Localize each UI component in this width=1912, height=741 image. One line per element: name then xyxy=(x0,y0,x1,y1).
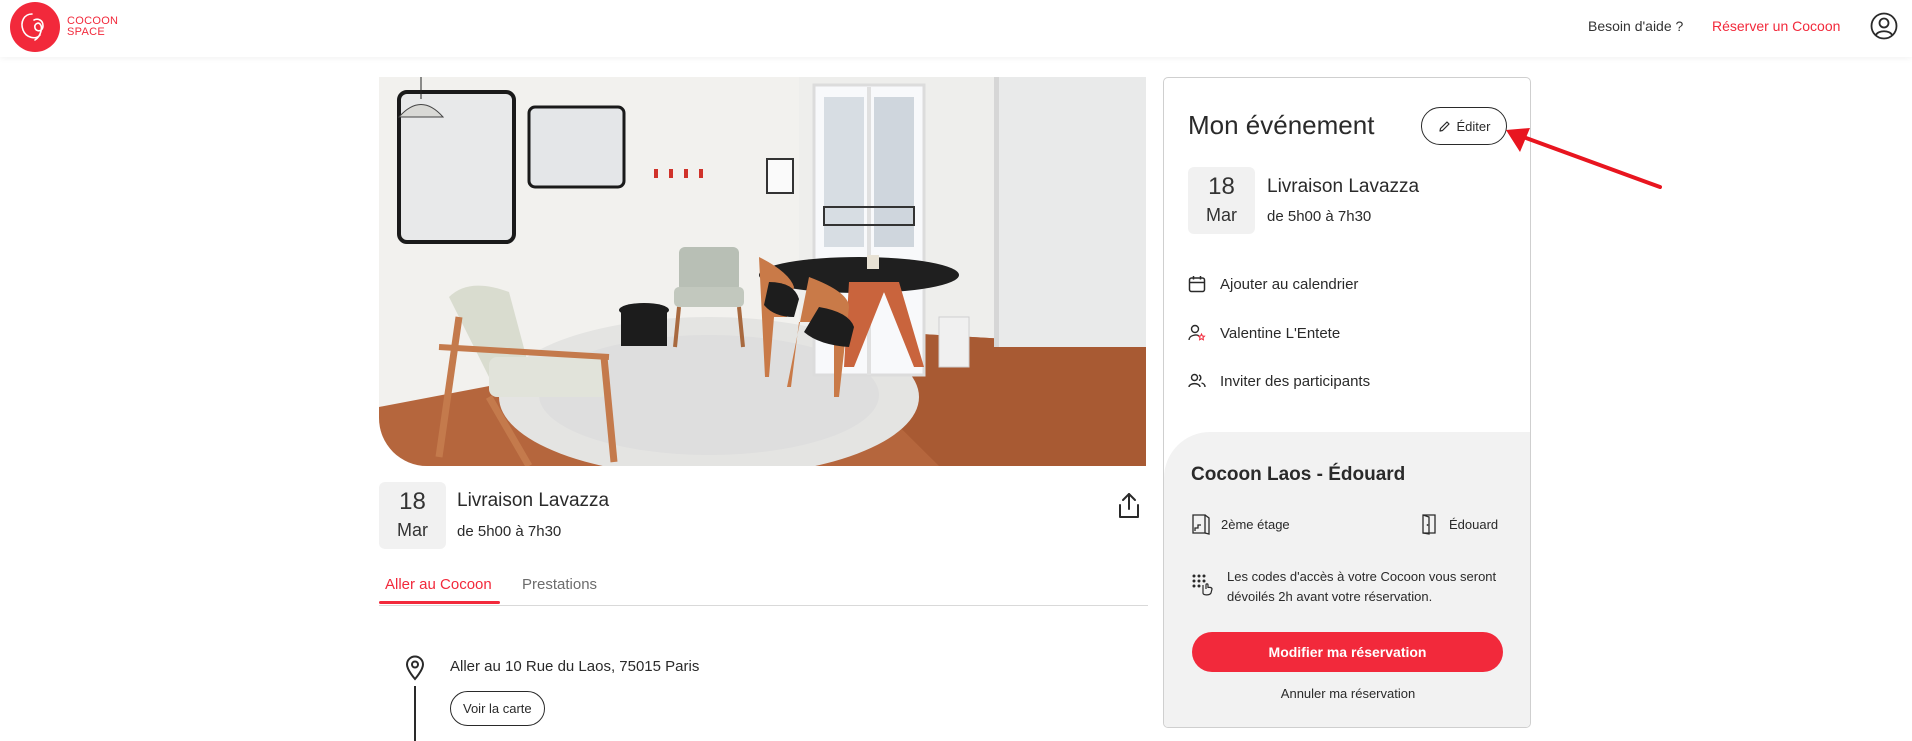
keypad-icon xyxy=(1192,574,1213,596)
host-row[interactable]: Valentine L'Entete xyxy=(1188,324,1340,342)
tabs-divider xyxy=(379,605,1148,606)
event-title: Livraison Lavazza xyxy=(457,490,610,511)
logo-line2: SPACE xyxy=(67,26,105,38)
tab-prestations[interactable]: Prestations xyxy=(522,576,597,593)
book-cocoon-link[interactable]: Réserver un Cocoon xyxy=(1712,18,1840,34)
venue-section: Cocoon Laos - Édouard 2ème étage Édouard xyxy=(1164,432,1530,727)
access-codes-info: Les codes d'accès à votre Cocoon vous se… xyxy=(1191,567,1511,607)
invite-participants-action[interactable]: Inviter des participants xyxy=(1188,372,1370,390)
add-to-calendar-action[interactable]: Ajouter au calendrier xyxy=(1188,275,1358,293)
top-navbar: COCOON SPACE Besoin d'aide ? Réserver un… xyxy=(0,0,1912,57)
logo-text: COCOON SPACE xyxy=(67,16,118,38)
access-codes-text: Les codes d'accès à votre Cocoon vous se… xyxy=(1227,569,1497,604)
edit-button[interactable]: Éditer xyxy=(1421,107,1507,145)
floor-label: 2ème étage xyxy=(1221,516,1290,532)
tab-aller-au-cocoon[interactable]: Aller au Cocoon xyxy=(385,576,492,593)
event-date-box: 18 Mar xyxy=(379,482,446,549)
view-map-button[interactable]: Voir la carte xyxy=(450,691,545,726)
cocoon-logo[interactable]: COCOON SPACE xyxy=(10,2,118,52)
itinerary-timeline xyxy=(414,686,416,741)
location-pin-icon xyxy=(405,655,425,681)
room-info: Édouard xyxy=(1419,513,1498,535)
share-icon[interactable] xyxy=(1117,492,1141,520)
modify-reservation-button[interactable]: Modifier ma réservation xyxy=(1192,632,1503,672)
cancel-reservation-link[interactable]: Annuler ma réservation xyxy=(1164,686,1530,701)
panel-event-time: de 5h00 à 7h30 xyxy=(1267,208,1372,225)
pencil-icon xyxy=(1438,120,1450,132)
logo-mark xyxy=(10,2,60,52)
door-icon xyxy=(1422,514,1436,535)
cocoon-room-photo xyxy=(379,77,1146,466)
itinerary-address: Aller au 10 Rue du Laos, 75015 Paris xyxy=(450,658,700,675)
host-name: Valentine L'Entete xyxy=(1220,324,1341,342)
help-link[interactable]: Besoin d'aide ? xyxy=(1588,18,1683,34)
host-icon xyxy=(1188,324,1206,341)
panel-event-day: 18 xyxy=(1208,173,1235,200)
stairs-icon xyxy=(1192,514,1210,535)
account-icon[interactable] xyxy=(1870,12,1898,40)
invite-participants-label: Inviter des participants xyxy=(1220,372,1371,390)
event-month: Mar xyxy=(397,520,428,540)
panel-event-title: Livraison Lavazza xyxy=(1267,176,1420,197)
annotation-arrow xyxy=(1506,128,1662,189)
calendar-icon xyxy=(1188,276,1206,293)
event-day: 18 xyxy=(399,488,426,515)
venue-title: Cocoon Laos - Édouard xyxy=(1191,464,1406,485)
add-to-calendar-label: Ajouter au calendrier xyxy=(1220,275,1359,293)
active-tab-indicator xyxy=(379,601,500,604)
panel-event-month: Mar xyxy=(1206,205,1237,225)
floor-info: 2ème étage xyxy=(1191,513,1290,535)
panel-title: Mon événement xyxy=(1188,110,1375,140)
panel-date-box: 18 Mar xyxy=(1188,167,1255,234)
people-icon xyxy=(1188,373,1206,388)
edit-button-label: Éditer xyxy=(1456,118,1491,134)
event-time: de 5h00 à 7h30 xyxy=(457,523,562,540)
event-panel: Mon événement Éditer 18 Mar Livraison La… xyxy=(1163,77,1531,728)
room-label: Édouard xyxy=(1449,516,1499,532)
